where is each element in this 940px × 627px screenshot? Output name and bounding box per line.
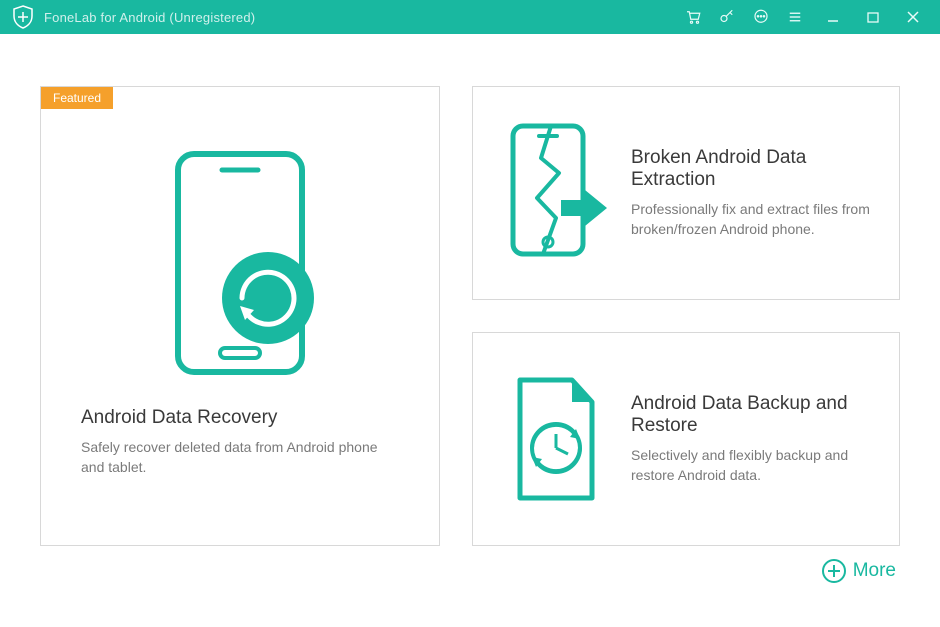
menu-icon[interactable] (782, 4, 808, 30)
title-actions (680, 2, 928, 32)
card-description: Professionally fix and extract files fro… (631, 199, 871, 240)
card-broken-android-extraction[interactable]: Broken Android Data Extraction Professio… (472, 86, 900, 300)
plus-circle-icon (821, 558, 847, 584)
more-label: More (853, 560, 896, 582)
recovery-phone-icon (160, 143, 320, 383)
featured-badge: Featured (41, 87, 113, 109)
card-description: Safely recover deleted data from Android… (81, 437, 399, 478)
main-content: Featured Android Data Recovery Safely re… (0, 34, 940, 546)
title-bar: FoneLab for Android (Unregistered) (0, 0, 940, 34)
cart-icon[interactable] (680, 4, 706, 30)
maximize-button[interactable] (858, 2, 888, 32)
close-button[interactable] (898, 2, 928, 32)
app-logo-icon (12, 6, 34, 28)
broken-phone-icon (501, 118, 611, 268)
more-button[interactable]: More (821, 558, 896, 584)
card-title: Android Data Backup and Restore (631, 393, 871, 437)
more-row: More (0, 546, 940, 584)
card-description: Selectively and flexibly backup and rest… (631, 445, 871, 486)
card-title: Broken Android Data Extraction (631, 147, 871, 191)
card-android-backup-restore[interactable]: Android Data Backup and Restore Selectiv… (472, 332, 900, 546)
key-icon[interactable] (714, 4, 740, 30)
card-android-data-recovery[interactable]: Featured Android Data Recovery Safely re… (40, 86, 440, 546)
card-title: Android Data Recovery (81, 407, 399, 429)
backup-file-icon (501, 374, 611, 504)
feedback-icon[interactable] (748, 4, 774, 30)
app-title: FoneLab for Android (Unregistered) (44, 10, 680, 25)
minimize-button[interactable] (818, 2, 848, 32)
